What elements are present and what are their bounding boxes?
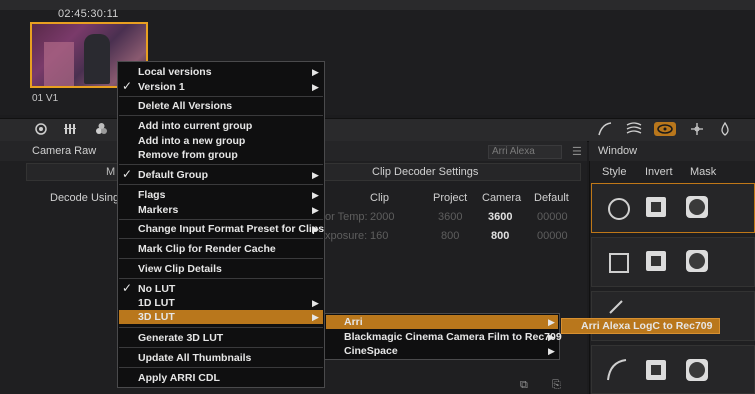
menu-item-no-lut[interactable]: No LUT: [138, 283, 175, 295]
menu-item-local-versions[interactable]: Local versions: [138, 66, 212, 78]
invert-toggle[interactable]: [646, 360, 666, 380]
menu-separator: [119, 96, 323, 97]
submenu-arrow-icon: ▶: [548, 346, 555, 356]
menu-item-flags[interactable]: Flags: [138, 189, 165, 201]
menu-item-1d-lut[interactable]: 1D LUT: [138, 297, 175, 309]
menu-item-add-current-group[interactable]: Add into current group: [138, 120, 252, 132]
color-wheels-icon[interactable]: [64, 122, 78, 136]
subheader-label: M: [106, 166, 116, 178]
menu-item-mark-render-cache[interactable]: Mark Clip for Render Cache: [138, 243, 276, 255]
copy-settings-icon[interactable]: ⧉: [520, 379, 528, 392]
submenu-arrow-icon: ▶: [312, 298, 319, 308]
col-style: Style: [602, 166, 627, 178]
submenu-arrow-icon: ▶: [548, 317, 555, 327]
row-camera-value: 3600: [488, 211, 513, 223]
thumbnail-figure-bg: [44, 42, 74, 86]
clip-label: 01 V1: [32, 93, 59, 104]
menu-separator: [119, 327, 323, 328]
tracker-icon[interactable]: [690, 122, 704, 136]
linear-window-icon[interactable]: [609, 253, 629, 273]
panel-menu-icon[interactable]: ☰: [572, 145, 582, 158]
col-project: Project: [433, 192, 468, 204]
menu-separator: [119, 347, 323, 348]
row-clip-value[interactable]: 2000: [370, 211, 394, 223]
window-tool-icon[interactable]: [654, 122, 676, 136]
window-title: Window: [598, 145, 638, 157]
col-mask: Mask: [690, 166, 717, 178]
menu-item-version-1[interactable]: Version 1: [138, 81, 185, 93]
paste-settings-icon[interactable]: ⎘: [552, 379, 561, 392]
qualifier-icon[interactable]: [626, 122, 642, 136]
menu-separator: [119, 184, 323, 185]
menu-separator: [119, 367, 323, 368]
submenu-arrow-icon: ▶: [312, 67, 319, 77]
clip-decoder-title: Clip Decoder Settings: [372, 166, 479, 178]
camera-select[interactable]: Arri Alexa: [488, 145, 562, 159]
col-camera: Camera: [482, 192, 522, 204]
menu-item-apply-arri-cdl[interactable]: Apply ARRI CDL: [138, 372, 220, 384]
row-label: xposure:: [325, 230, 368, 242]
mask-toggle[interactable]: [686, 250, 708, 272]
invert-toggle[interactable]: [646, 251, 666, 271]
col-default: Default: [534, 192, 569, 204]
menu-item-change-input-format[interactable]: Change Input Format Preset for Clips: [138, 223, 324, 235]
menu-item-3d-lut[interactable]: 3D LUT: [138, 311, 175, 323]
row-project-value: 800: [441, 230, 460, 242]
mask-toggle[interactable]: [686, 359, 708, 381]
menu-item-remove-from-group[interactable]: Remove from group: [138, 149, 238, 161]
menu-separator: [119, 164, 323, 165]
curves-icon[interactable]: [598, 122, 612, 136]
checkmark-icon: ✓: [122, 281, 133, 295]
checkmark-icon: ✓: [122, 79, 133, 93]
submenu-arrow-icon: ▶: [312, 312, 319, 322]
menu-item-default-group[interactable]: Default Group: [138, 169, 208, 181]
menu-item-generate-3d-lut[interactable]: Generate 3D LUT: [138, 332, 223, 344]
menu-item-delete-all-versions[interactable]: Delete All Versions: [138, 100, 232, 112]
submenu-arrow-icon: ▶: [312, 224, 319, 234]
polygon-window-icon[interactable]: [608, 300, 628, 317]
submenu-arrow-icon: ▶: [312, 82, 319, 92]
checkmark-icon: ✓: [122, 167, 133, 181]
menu-item-add-new-group[interactable]: Add into a new group: [138, 135, 245, 147]
camera-raw-icon[interactable]: [34, 122, 48, 136]
menu-separator: [119, 238, 323, 239]
menu-separator: [119, 278, 323, 279]
camera-raw-title: Camera Raw: [32, 145, 97, 157]
submenu-item-cinespace[interactable]: CineSpace: [344, 345, 398, 357]
menu-separator: [119, 258, 323, 259]
submenu-arrow-icon: ▶: [312, 190, 319, 200]
clip-timecode: 02:45:30:11: [58, 8, 119, 20]
row-label: or Temp:: [325, 211, 368, 223]
menu-item-markers[interactable]: Markers: [138, 204, 178, 216]
row-camera-value: 800: [491, 230, 510, 242]
row-project-value: 3600: [438, 211, 463, 223]
row-clip-value[interactable]: 160: [370, 230, 388, 242]
row-default-value: 00000: [537, 230, 568, 242]
submenu-arrow-icon: ▶: [312, 170, 319, 180]
submenu-arrow-icon: ▶: [548, 332, 555, 342]
menu-separator: [119, 219, 323, 220]
submenu-item-alexa-logc[interactable]: Arri Alexa LogC to Rec709: [581, 320, 713, 332]
submenu-item-arri[interactable]: Arri: [344, 316, 363, 328]
circle-window-icon[interactable]: [608, 198, 630, 220]
col-clip: Clip: [370, 192, 389, 204]
blur-icon[interactable]: [718, 121, 732, 136]
thumbnail-figure: [84, 34, 110, 84]
row-default-value: 00000: [537, 211, 568, 223]
mask-toggle[interactable]: [686, 196, 708, 218]
menu-separator: [119, 115, 323, 116]
invert-toggle[interactable]: [646, 197, 666, 217]
submenu-arrow-icon: ▶: [312, 205, 319, 215]
decode-using-label: Decode Using:: [50, 192, 123, 204]
color-match-icon[interactable]: [94, 122, 108, 136]
col-invert: Invert: [645, 166, 673, 178]
submenu-item-blackmagic[interactable]: Blackmagic Cinema Camera Film to Rec709: [344, 331, 562, 343]
curve-window-icon[interactable]: [606, 358, 628, 385]
menu-item-update-thumbnails[interactable]: Update All Thumbnails: [138, 352, 251, 364]
menu-item-view-clip-details[interactable]: View Clip Details: [138, 263, 222, 275]
